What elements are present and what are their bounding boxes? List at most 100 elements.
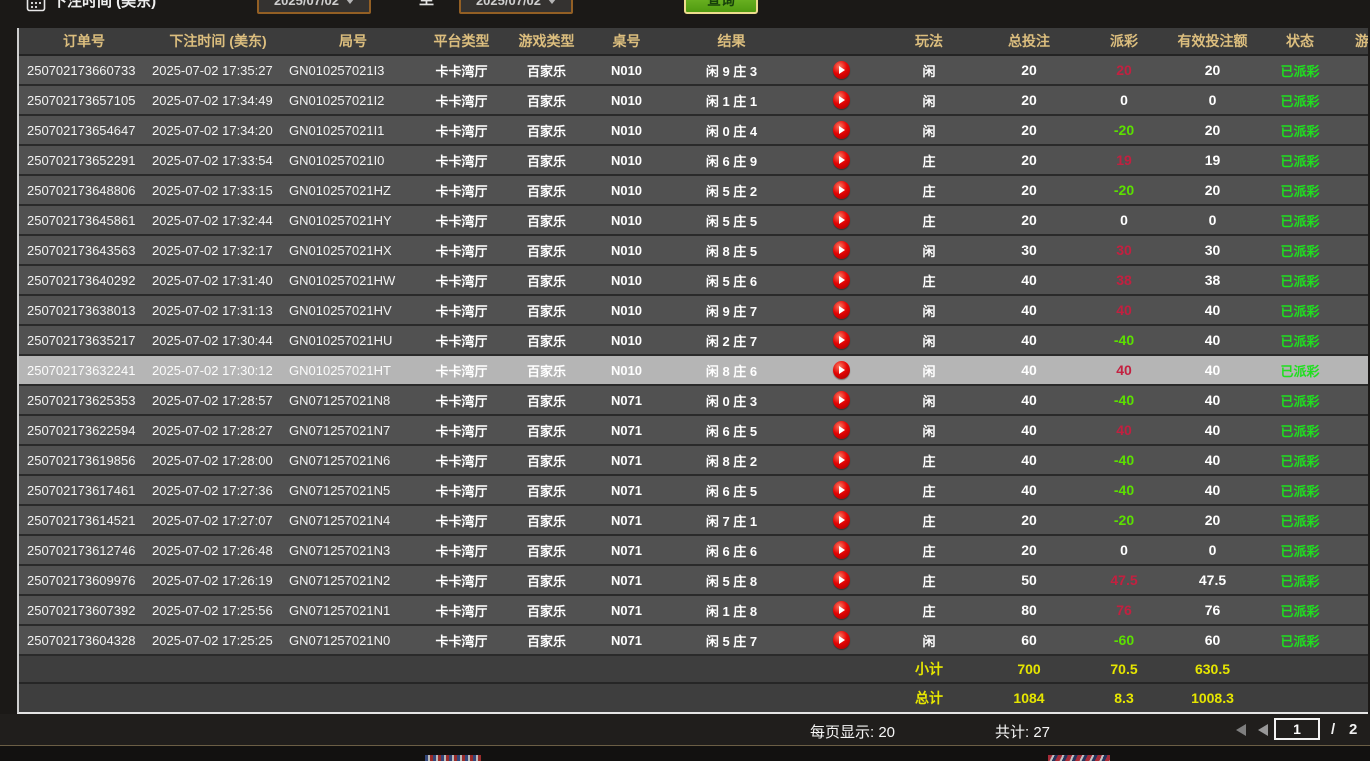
cell-status: 已派彩	[1261, 566, 1339, 594]
cell-game-extra	[1339, 56, 1368, 84]
cell-status: 已派彩	[1261, 116, 1339, 144]
total-payout: 8.3	[1084, 684, 1164, 712]
table-row[interactable]: 250702173632241 2025-07-02 17:30:12 GN01…	[19, 356, 1368, 386]
play-video-icon[interactable]	[833, 211, 850, 229]
query-button[interactable]: 查询	[684, 0, 758, 14]
cell-payout: 0	[1084, 206, 1164, 234]
table-row[interactable]: 250702173607392 2025-07-02 17:25:56 GN07…	[19, 596, 1368, 626]
underlying-page-fragment	[1048, 755, 1110, 761]
cell-total-bet: 40	[974, 326, 1084, 354]
cell-order-id: 250702173625353	[19, 386, 149, 414]
play-video-icon[interactable]	[833, 271, 850, 289]
cell-platform: 卡卡湾厅	[419, 416, 504, 444]
table-row[interactable]: 250702173619856 2025-07-02 17:28:00 GN07…	[19, 446, 1368, 476]
cell-total-bet: 20	[974, 56, 1084, 84]
cell-result: 闲 8 庄 5	[664, 236, 799, 264]
cell-status: 已派彩	[1261, 356, 1339, 384]
date-from-picker[interactable]: 2025/07/02	[257, 0, 371, 14]
play-video-icon[interactable]	[833, 601, 850, 619]
table-row[interactable]: 250702173654647 2025-07-02 17:34:20 GN01…	[19, 116, 1368, 146]
play-video-icon[interactable]	[833, 121, 850, 139]
cell-platform: 卡卡湾厅	[419, 626, 504, 654]
cell-payout: 19	[1084, 146, 1164, 174]
play-video-icon[interactable]	[833, 301, 850, 319]
cell-play-type: 庄	[884, 146, 974, 174]
play-video-icon[interactable]	[833, 421, 850, 439]
play-video-icon[interactable]	[833, 511, 850, 529]
cell-platform: 卡卡湾厅	[419, 566, 504, 594]
play-video-icon[interactable]	[833, 391, 850, 409]
cell-valid-bet: 47.5	[1164, 566, 1261, 594]
play-video-icon[interactable]	[833, 541, 850, 559]
cell-valid-bet: 40	[1164, 386, 1261, 414]
cell-payout: -20	[1084, 506, 1164, 534]
play-video-icon[interactable]	[833, 451, 850, 469]
cell-game-extra	[1339, 296, 1368, 324]
table-row[interactable]: 250702173609976 2025-07-02 17:26:19 GN07…	[19, 566, 1368, 596]
cell-bet-time: 2025-07-02 17:27:36	[149, 476, 287, 504]
table-row[interactable]: 250702173635217 2025-07-02 17:30:44 GN01…	[19, 326, 1368, 356]
cell-order-id: 250702173660733	[19, 56, 149, 84]
cell-total-bet: 40	[974, 356, 1084, 384]
play-video-icon[interactable]	[833, 631, 850, 649]
play-video-icon[interactable]	[833, 151, 850, 169]
table-row[interactable]: 250702173652291 2025-07-02 17:33:54 GN01…	[19, 146, 1368, 176]
cell-total-bet: 40	[974, 386, 1084, 414]
cell-play-icon	[799, 596, 884, 624]
table-row[interactable]: 250702173638013 2025-07-02 17:31:13 GN01…	[19, 296, 1368, 326]
table-row[interactable]: 250702173625353 2025-07-02 17:28:57 GN07…	[19, 386, 1368, 416]
table-row[interactable]: 250702173660733 2025-07-02 17:35:27 GN01…	[19, 56, 1368, 86]
table-row[interactable]: 250702173643563 2025-07-02 17:32:17 GN01…	[19, 236, 1368, 266]
play-video-icon[interactable]	[833, 61, 850, 79]
cell-play-icon	[799, 146, 884, 174]
table-row[interactable]: 250702173617461 2025-07-02 17:27:36 GN07…	[19, 476, 1368, 506]
cell-total-bet: 40	[974, 476, 1084, 504]
subtotal-row: 小计 700 70.5 630.5	[19, 656, 1368, 684]
cell-game-type: 百家乐	[504, 446, 589, 474]
cell-play-type: 闲	[884, 56, 974, 84]
table-row[interactable]: 250702173645861 2025-07-02 17:32:44 GN01…	[19, 206, 1368, 236]
play-video-icon[interactable]	[833, 91, 850, 109]
table-row[interactable]: 250702173604328 2025-07-02 17:25:25 GN07…	[19, 626, 1368, 656]
subtotal-total-bet: 700	[974, 656, 1084, 682]
prev-page-icon[interactable]	[1258, 724, 1268, 736]
play-triangle-icon	[839, 396, 845, 404]
cell-total-bet: 20	[974, 116, 1084, 144]
cell-result: 闲 9 庄 3	[664, 56, 799, 84]
cell-table-no: N071	[589, 386, 664, 414]
table-row[interactable]: 250702173612746 2025-07-02 17:26:48 GN07…	[19, 536, 1368, 566]
table-row[interactable]: 250702173614521 2025-07-02 17:27:07 GN07…	[19, 506, 1368, 536]
table-row[interactable]: 250702173648806 2025-07-02 17:33:15 GN01…	[19, 176, 1368, 206]
first-page-icon[interactable]	[1236, 724, 1246, 736]
cell-bet-time: 2025-07-02 17:34:49	[149, 86, 287, 114]
play-video-icon[interactable]	[833, 571, 850, 589]
play-video-icon[interactable]	[833, 481, 850, 499]
column-header: 有效投注额	[1164, 28, 1261, 54]
cell-payout: -40	[1084, 476, 1164, 504]
cell-payout: 20	[1084, 56, 1164, 84]
page-number-input[interactable]	[1274, 718, 1320, 740]
cell-table-no: N071	[589, 626, 664, 654]
table-row[interactable]: 250702173640292 2025-07-02 17:31:40 GN01…	[19, 266, 1368, 296]
cell-play-type: 庄	[884, 176, 974, 204]
cell-table-no: N010	[589, 86, 664, 114]
play-video-icon[interactable]	[833, 331, 850, 349]
table-row[interactable]: 250702173657105 2025-07-02 17:34:49 GN01…	[19, 86, 1368, 116]
cell-total-bet: 20	[974, 146, 1084, 174]
cell-bet-time: 2025-07-02 17:33:54	[149, 146, 287, 174]
cell-result: 闲 8 庄 6	[664, 356, 799, 384]
cell-payout: -20	[1084, 116, 1164, 144]
play-video-icon[interactable]	[833, 241, 850, 259]
cell-status: 已派彩	[1261, 326, 1339, 354]
date-range-separator: 至	[419, 0, 434, 9]
table-row[interactable]: 250702173622594 2025-07-02 17:28:27 GN07…	[19, 416, 1368, 446]
play-video-icon[interactable]	[833, 361, 850, 379]
cell-order-id: 250702173607392	[19, 596, 149, 624]
play-triangle-icon	[839, 216, 845, 224]
cell-bet-time: 2025-07-02 17:31:13	[149, 296, 287, 324]
date-to-picker[interactable]: 2025/07/02	[459, 0, 573, 14]
cell-platform: 卡卡湾厅	[419, 476, 504, 504]
cell-order-id: 250702173635217	[19, 326, 149, 354]
play-video-icon[interactable]	[833, 181, 850, 199]
cell-platform: 卡卡湾厅	[419, 536, 504, 564]
